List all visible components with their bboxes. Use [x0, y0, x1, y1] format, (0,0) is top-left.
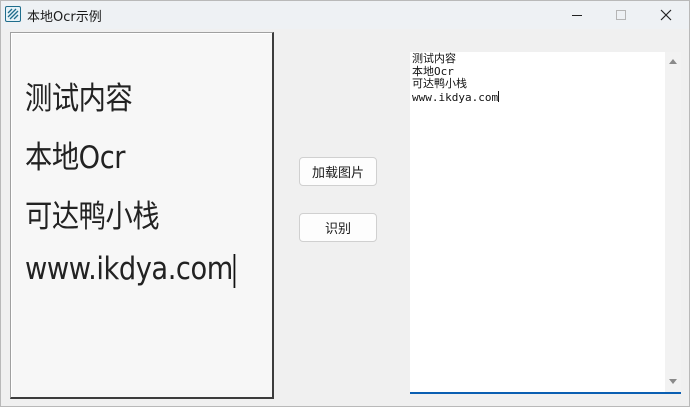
image-text-line: 测试内容: [25, 81, 133, 117]
image-preview: 测试内容 本地Ocr 可达鸭小栈 www.ikdya.com: [10, 32, 274, 399]
result-line: 测试内容: [412, 52, 456, 65]
maximize-button[interactable]: [598, 1, 644, 29]
image-text-line: 可达鸭小栈: [25, 199, 160, 235]
result-line-last: www.ikdya.com: [412, 90, 500, 105]
minimize-icon: [572, 15, 582, 16]
result-text: 测试内容 本地Ocr 可达鸭小栈 www.ikdya.com: [412, 52, 500, 105]
load-image-button[interactable]: 加载图片: [299, 157, 377, 186]
image-text-line-url: www.ikdya.com: [25, 251, 236, 288]
app-window: 本地Ocr示例 测试内容 本地Ocr 可达鸭小栈 www.ikdya.com 加…: [0, 0, 690, 407]
maximize-icon: [616, 10, 626, 20]
vertical-scrollbar[interactable]: [665, 52, 681, 392]
scroll-up-arrow-icon[interactable]: [668, 57, 678, 65]
recognize-button[interactable]: 识别: [299, 213, 377, 242]
result-line: 可达鸭小栈: [412, 77, 467, 90]
image-cursor: [233, 253, 236, 288]
image-text-line: www.ikdya.com: [25, 251, 233, 287]
minimize-button[interactable]: [554, 1, 600, 29]
close-icon: [660, 9, 672, 21]
close-button[interactable]: [643, 1, 689, 29]
text-caret: [498, 90, 500, 102]
title-bar[interactable]: 本地Ocr示例: [1, 1, 689, 29]
image-text-line: 本地Ocr: [25, 140, 126, 176]
scroll-down-arrow-icon[interactable]: [668, 378, 678, 386]
result-line: www.ikdya.com: [412, 90, 499, 104]
app-icon: [5, 6, 21, 22]
result-textbox[interactable]: 测试内容 本地Ocr 可达鸭小栈 www.ikdya.com: [410, 52, 681, 394]
window-title: 本地Ocr示例: [27, 10, 102, 25]
